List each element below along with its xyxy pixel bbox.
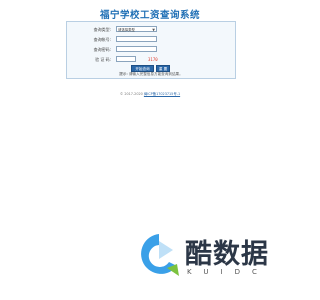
query-form-panel: 查询类型: 请选择类型 ▼ 查询帐号: 查询密码: 验 证 码: 3170 开始… <box>66 21 236 79</box>
hint-prefix: 提示: <box>119 72 128 76</box>
account-label: 查询帐号: <box>93 37 111 42</box>
password-label: 查询密码: <box>93 47 111 52</box>
query-type-label: 查询类型: <box>93 27 111 32</box>
logo-wordmark: 酷数据 <box>185 239 269 270</box>
logo-mark-icon <box>141 234 179 276</box>
account-input[interactable] <box>116 36 157 42</box>
row-captcha: 验 证 码: 3170 <box>67 55 235 64</box>
captcha-image[interactable]: 3170 <box>148 56 158 63</box>
footer: © 2017-2020 闽ICP备17023715号-1 <box>0 91 300 96</box>
row-password: 查询密码: <box>67 45 235 54</box>
row-account: 查询帐号: <box>67 35 235 44</box>
query-type-value: 请选择类型 <box>118 28 135 32</box>
icp-link[interactable]: 闽ICP备17023715号-1 <box>144 92 180 96</box>
row-query-type: 查询类型: 请选择类型 ▼ <box>67 25 235 34</box>
copyright-text: © 2017-2020 <box>119 92 143 96</box>
hint-text: 提示: 请输入完整信息方能查询到结果。 <box>67 71 235 77</box>
watermark-logo: 酷数据 KUIDC <box>133 228 283 284</box>
captcha-input[interactable] <box>116 56 136 62</box>
captcha-label: 验 证 码: <box>95 57 111 62</box>
hint-message: 请输入完整信息方能查询到结果。 <box>128 72 183 76</box>
chevron-down-icon: ▼ <box>152 28 155 32</box>
password-input[interactable] <box>116 46 157 52</box>
page-title: 福宁学校工资查询系统 <box>99 10 200 21</box>
query-type-select[interactable]: 请选择类型 ▼ <box>116 26 157 32</box>
logo-subtitle: KUIDC <box>187 268 269 276</box>
